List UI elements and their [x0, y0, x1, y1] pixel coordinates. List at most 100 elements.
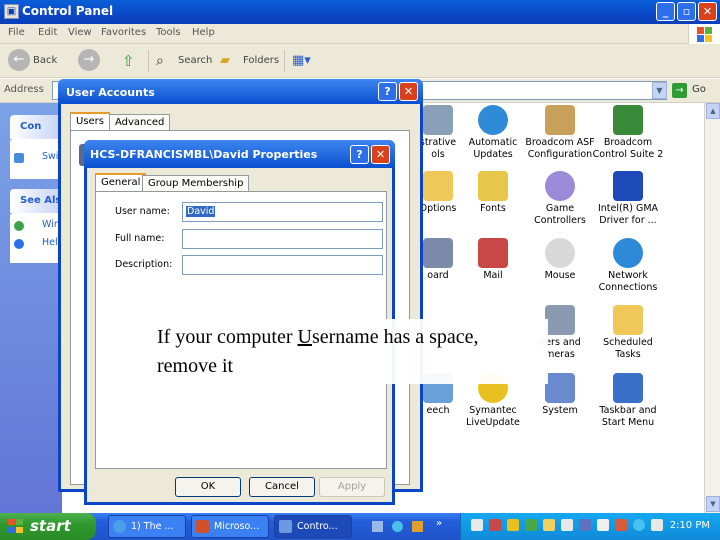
tray-icon[interactable] [543, 519, 555, 531]
network-connections-item[interactable]: Network Connections [589, 238, 667, 294]
properties-titlebar[interactable]: HCS-DFRANCISMBL\David Properties ? ✕ [84, 140, 395, 168]
description-field[interactable] [182, 255, 383, 275]
item-label: Mouse [544, 270, 576, 281]
username-field[interactable]: David [182, 202, 383, 222]
forward-arrow-icon[interactable]: → [78, 49, 100, 71]
item-label: strative ols [419, 137, 457, 160]
taskbar-button-powerpoint[interactable]: Microso... [191, 515, 269, 538]
tray-icon[interactable] [561, 519, 573, 531]
menu-favorites[interactable]: Favorites [101, 27, 146, 38]
help-button[interactable]: ? [350, 145, 369, 164]
pane-box: Swi [10, 139, 62, 179]
control-panel-titlebar[interactable]: ▣ Control Panel _ ▫ ✕ [0, 0, 720, 24]
tab-users[interactable]: Users [70, 112, 111, 130]
powerpoint-icon [196, 520, 209, 533]
username-label: User name: [115, 206, 170, 217]
address-label: Address [4, 84, 44, 95]
menu-view[interactable]: View [68, 27, 92, 38]
mail-icon [478, 238, 508, 268]
system-icon [545, 373, 575, 403]
up-folder-icon[interactable]: ⇧ [122, 50, 135, 72]
ie-icon [113, 520, 126, 533]
ok-button[interactable]: OK [175, 477, 241, 497]
taskbar-label: 1) The ... [131, 521, 174, 532]
tray-icon[interactable] [579, 519, 591, 531]
start-button[interactable]: start [0, 513, 96, 540]
quicklaunch-ie-icon[interactable] [392, 521, 403, 532]
broadcom-asf-item[interactable]: Broadcom ASF Configuration [521, 105, 599, 161]
toolbar-separator [284, 50, 285, 72]
tray-icon[interactable] [651, 519, 663, 531]
help-button[interactable]: ? [378, 82, 397, 101]
broadcom-control-suite-item[interactable]: Broadcom Control Suite 2 [589, 105, 667, 161]
quicklaunch-media-icon[interactable] [412, 521, 423, 532]
help-link[interactable]: Hel [42, 237, 58, 248]
game-controllers-item[interactable]: Game Controllers [521, 171, 599, 227]
taskbar-label: Contro... [297, 521, 338, 532]
menu-tools[interactable]: Tools [156, 27, 181, 38]
item-label: Broadcom ASF Configuration [525, 137, 595, 160]
item-label: Game Controllers [534, 203, 586, 226]
close-button[interactable]: ✕ [698, 2, 717, 21]
scroll-up-icon[interactable]: ▲ [706, 103, 720, 119]
tray-icon[interactable] [633, 519, 645, 531]
address-dropdown-icon[interactable]: ▼ [652, 82, 667, 99]
switch-view-link[interactable]: Swi [42, 151, 58, 162]
item-label: eech [426, 405, 450, 416]
chevron-right-icon[interactable]: » [436, 518, 442, 529]
item-label: Scheduled Tasks [603, 337, 653, 360]
tray-icon[interactable] [471, 519, 483, 531]
maximize-button[interactable]: ▫ [677, 2, 696, 21]
pane-header-see-also[interactable]: See Als [10, 189, 62, 213]
clock[interactable]: 2:10 PM [670, 520, 710, 531]
search-icon[interactable]: ⌕ [156, 50, 164, 72]
system-tray: 2:10 PM [460, 513, 720, 540]
mouse-item[interactable]: Mouse [521, 238, 599, 282]
folders-icon[interactable]: ▰ [220, 50, 230, 72]
tray-icon[interactable] [507, 519, 519, 531]
toolbar: ← Back → ⇧ ⌕ Search ▰ Folders ▦▾ [0, 44, 720, 78]
views-icon[interactable]: ▦▾ [292, 50, 311, 72]
intel-gma-item[interactable]: Intel(R) GMA Driver for ... [589, 171, 667, 227]
tray-icon[interactable] [597, 519, 609, 531]
scheduled-tasks-item[interactable]: Scheduled Tasks [589, 305, 667, 361]
close-button[interactable]: ✕ [371, 145, 390, 164]
item-label: Automatic Updates [468, 137, 518, 160]
close-button[interactable]: ✕ [399, 82, 418, 101]
item-label: Fonts [480, 203, 506, 214]
tab-general[interactable]: General [95, 173, 147, 191]
minimize-button[interactable]: _ [656, 2, 675, 21]
keyboard-icon [423, 238, 453, 268]
go-button[interactable]: Go [692, 84, 706, 95]
quicklaunch-icon[interactable] [372, 521, 383, 532]
folder-options-icon [423, 171, 453, 201]
tray-icon[interactable] [615, 519, 627, 531]
menu-file[interactable]: File [8, 27, 25, 38]
network-globe-icon [613, 238, 643, 268]
instruction-caption: If your computer Username has a space, r… [150, 319, 548, 384]
tray-icon[interactable] [489, 519, 501, 531]
tray-icon[interactable] [525, 519, 537, 531]
gamepad-icon [545, 171, 575, 201]
user-accounts-titlebar[interactable]: User Accounts ? ✕ [58, 79, 423, 104]
search-button[interactable]: Search [178, 50, 212, 72]
apply-button[interactable]: Apply [319, 477, 385, 497]
cancel-button[interactable]: Cancel [249, 477, 315, 497]
fullname-field[interactable] [182, 229, 383, 249]
scroll-down-icon[interactable]: ▼ [706, 496, 720, 512]
scanner-icon [545, 305, 575, 335]
go-arrow-icon[interactable]: → [672, 83, 687, 98]
taskbar-button-control-panel[interactable]: Contro... [274, 515, 352, 538]
menu-help[interactable]: Help [192, 27, 215, 38]
back-button[interactable]: Back [33, 50, 57, 72]
vertical-scrollbar[interactable]: ▲ ▼ [704, 103, 720, 513]
menu-edit[interactable]: Edit [38, 27, 57, 38]
pane-header-control-panel[interactable]: Con [10, 115, 62, 139]
user-accounts-title: User Accounts [66, 86, 155, 99]
taskbar-start-menu-item[interactable]: Taskbar and Start Menu [589, 373, 667, 429]
back-arrow-icon[interactable]: ← [8, 49, 30, 71]
folders-button[interactable]: Folders [243, 50, 279, 72]
item-label: Mail [483, 270, 503, 281]
taskbar-button-ie[interactable]: 1) The ... [108, 515, 186, 538]
caption-text-c: remove it [157, 355, 234, 377]
